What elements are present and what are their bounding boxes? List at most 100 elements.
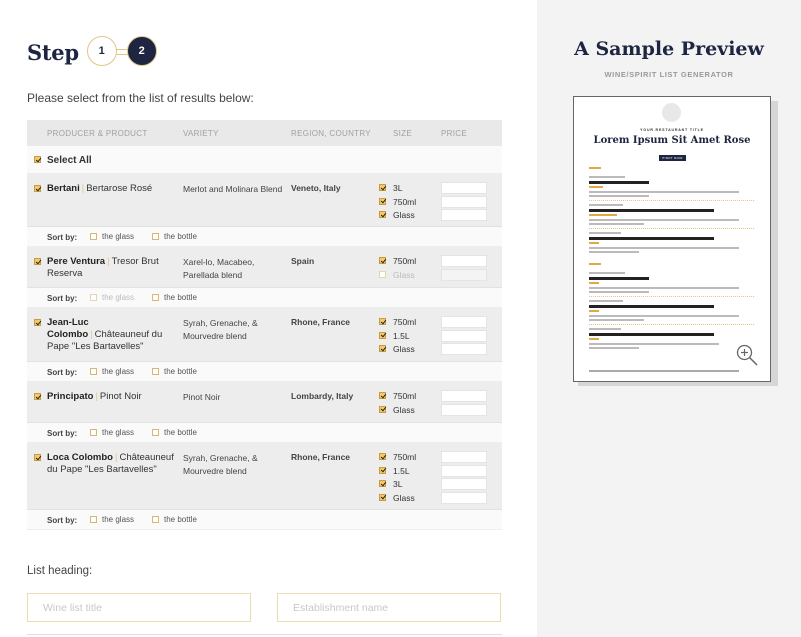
- selection-prompt: Please select from the list of results b…: [27, 91, 254, 105]
- price-input[interactable]: [441, 478, 487, 490]
- price-input[interactable]: [441, 390, 487, 402]
- price-input[interactable]: [441, 464, 487, 477]
- size-label: 750ml: [393, 452, 417, 462]
- sort-checkbox[interactable]: [90, 233, 97, 240]
- text-line: [589, 333, 714, 336]
- sort-row: Sort by: the glass the bottle: [27, 288, 502, 308]
- size-checkbox[interactable]: [379, 184, 386, 191]
- row-checkbox[interactable]: [34, 258, 41, 265]
- zoom-in-icon[interactable]: [735, 343, 759, 367]
- sort-checkbox[interactable]: [90, 516, 97, 523]
- sort-by-bottle[interactable]: the bottle: [152, 367, 197, 376]
- select-all-row: Select All: [27, 146, 502, 174]
- wine-list-title-input[interactable]: [27, 593, 251, 622]
- producer-name: Jean-Luc Colombo: [47, 317, 89, 340]
- sort-by-bottle[interactable]: the bottle: [152, 232, 197, 241]
- size-label: Glass: [393, 210, 415, 220]
- size-list: 750ml 1.5L 3L Glass: [379, 450, 491, 504]
- price-input[interactable]: [441, 403, 487, 416]
- sort-by-bottle[interactable]: the bottle: [152, 515, 197, 524]
- price-input[interactable]: [441, 491, 487, 504]
- dotted-rule: [589, 296, 754, 297]
- size-checkbox[interactable]: [379, 480, 386, 487]
- size-label: Glass: [393, 404, 415, 415]
- establishment-name-input[interactable]: [277, 593, 501, 622]
- size-checkbox[interactable]: [379, 405, 386, 413]
- sort-option-label: the bottle: [164, 428, 197, 437]
- price-input[interactable]: [441, 268, 487, 281]
- select-all-checkbox[interactable]: [34, 156, 41, 163]
- size-list: 750ml Glass: [379, 254, 491, 281]
- size-checkbox[interactable]: [379, 493, 386, 501]
- size-label: 750ml: [393, 256, 417, 266]
- sort-row: Sort by: the glass the bottle: [27, 510, 502, 530]
- sort-checkbox[interactable]: [152, 233, 159, 240]
- step-progress: 1 2: [86, 36, 159, 68]
- header-price: PRICE: [441, 129, 467, 138]
- size-checkbox[interactable]: [379, 345, 386, 352]
- sort-checkbox[interactable]: [152, 368, 159, 375]
- size-checkbox[interactable]: [379, 270, 386, 278]
- results-table: PRODUCER & PRODUCT VARIETY REGION, COUNT…: [27, 120, 502, 530]
- table-row: Loca Colombo | Châteauneuf du Pape "Les Ba…: [27, 443, 502, 510]
- size-checkbox[interactable]: [379, 453, 386, 460]
- size-label: Glass: [393, 492, 415, 503]
- size-option: 1.5L: [379, 464, 491, 478]
- region: Spain: [291, 256, 315, 266]
- size-option: Glass: [379, 208, 491, 222]
- text-line: [589, 315, 739, 317]
- region: Veneto, Italy: [291, 183, 341, 193]
- size-list: 750ml Glass: [379, 389, 491, 416]
- sort-checkbox[interactable]: [90, 368, 97, 375]
- step-1-button[interactable]: 1: [86, 36, 117, 66]
- sort-checkbox[interactable]: [152, 516, 159, 523]
- text-line: [589, 251, 639, 253]
- price-input[interactable]: [441, 451, 487, 463]
- sort-by-bottle[interactable]: the bottle: [152, 293, 197, 302]
- variety: Pinot Noir: [183, 392, 221, 402]
- size-checkbox[interactable]: [379, 331, 386, 339]
- sort-by-glass[interactable]: the glass: [90, 515, 134, 524]
- sort-checkbox[interactable]: [90, 294, 97, 301]
- step-2-button[interactable]: 2: [126, 36, 157, 66]
- producer-product: Jean-Luc Colombo | Châteauneuf du Pape "Le…: [47, 317, 163, 352]
- row-checkbox[interactable]: [34, 319, 41, 326]
- text-line: [589, 310, 599, 312]
- producer-name: Bertani: [47, 183, 80, 194]
- sort-checkbox[interactable]: [152, 429, 159, 436]
- size-checkbox[interactable]: [379, 257, 386, 264]
- row-checkbox[interactable]: [34, 454, 41, 461]
- price-input[interactable]: [441, 343, 487, 355]
- region: Lombardy, Italy: [291, 391, 354, 401]
- sort-row: Sort by: the glass the bottle: [27, 423, 502, 443]
- variety: Syrah, Grenache, & Mourvedre blend: [183, 453, 258, 476]
- sort-by-bottle[interactable]: the bottle: [152, 428, 197, 437]
- row-checkbox[interactable]: [34, 393, 41, 400]
- size-checkbox[interactable]: [379, 392, 386, 399]
- preview-document[interactable]: YOUR RESTAURANT TITLE Lorem Ipsum Sit Am…: [573, 96, 771, 382]
- row-checkbox[interactable]: [34, 185, 41, 192]
- price-input[interactable]: [441, 195, 487, 208]
- sort-checkbox[interactable]: [152, 294, 159, 301]
- preview-heading: Lorem Ipsum Sit Amet Rose: [593, 135, 751, 146]
- sort-checkbox[interactable]: [90, 429, 97, 436]
- size-list: 3L 750ml Glass: [379, 181, 491, 222]
- size-checkbox[interactable]: [379, 197, 386, 205]
- text-line: [589, 214, 617, 216]
- price-input[interactable]: [441, 182, 487, 194]
- size-checkbox[interactable]: [379, 211, 386, 218]
- price-input[interactable]: [441, 329, 487, 342]
- price-input[interactable]: [441, 209, 487, 221]
- sort-by-glass[interactable]: the glass: [90, 232, 134, 241]
- sort-by-glass[interactable]: the glass: [90, 428, 134, 437]
- sort-by-glass[interactable]: the glass: [90, 293, 134, 302]
- text-line: [589, 209, 714, 212]
- sort-by-glass[interactable]: the glass: [90, 367, 134, 376]
- dotted-rule: [589, 200, 754, 201]
- size-checkbox[interactable]: [379, 466, 386, 474]
- price-input[interactable]: [441, 255, 487, 267]
- sort-option-label: the glass: [102, 293, 135, 302]
- sort-option-label: the glass: [102, 367, 135, 376]
- size-checkbox[interactable]: [379, 318, 386, 325]
- price-input[interactable]: [441, 316, 487, 328]
